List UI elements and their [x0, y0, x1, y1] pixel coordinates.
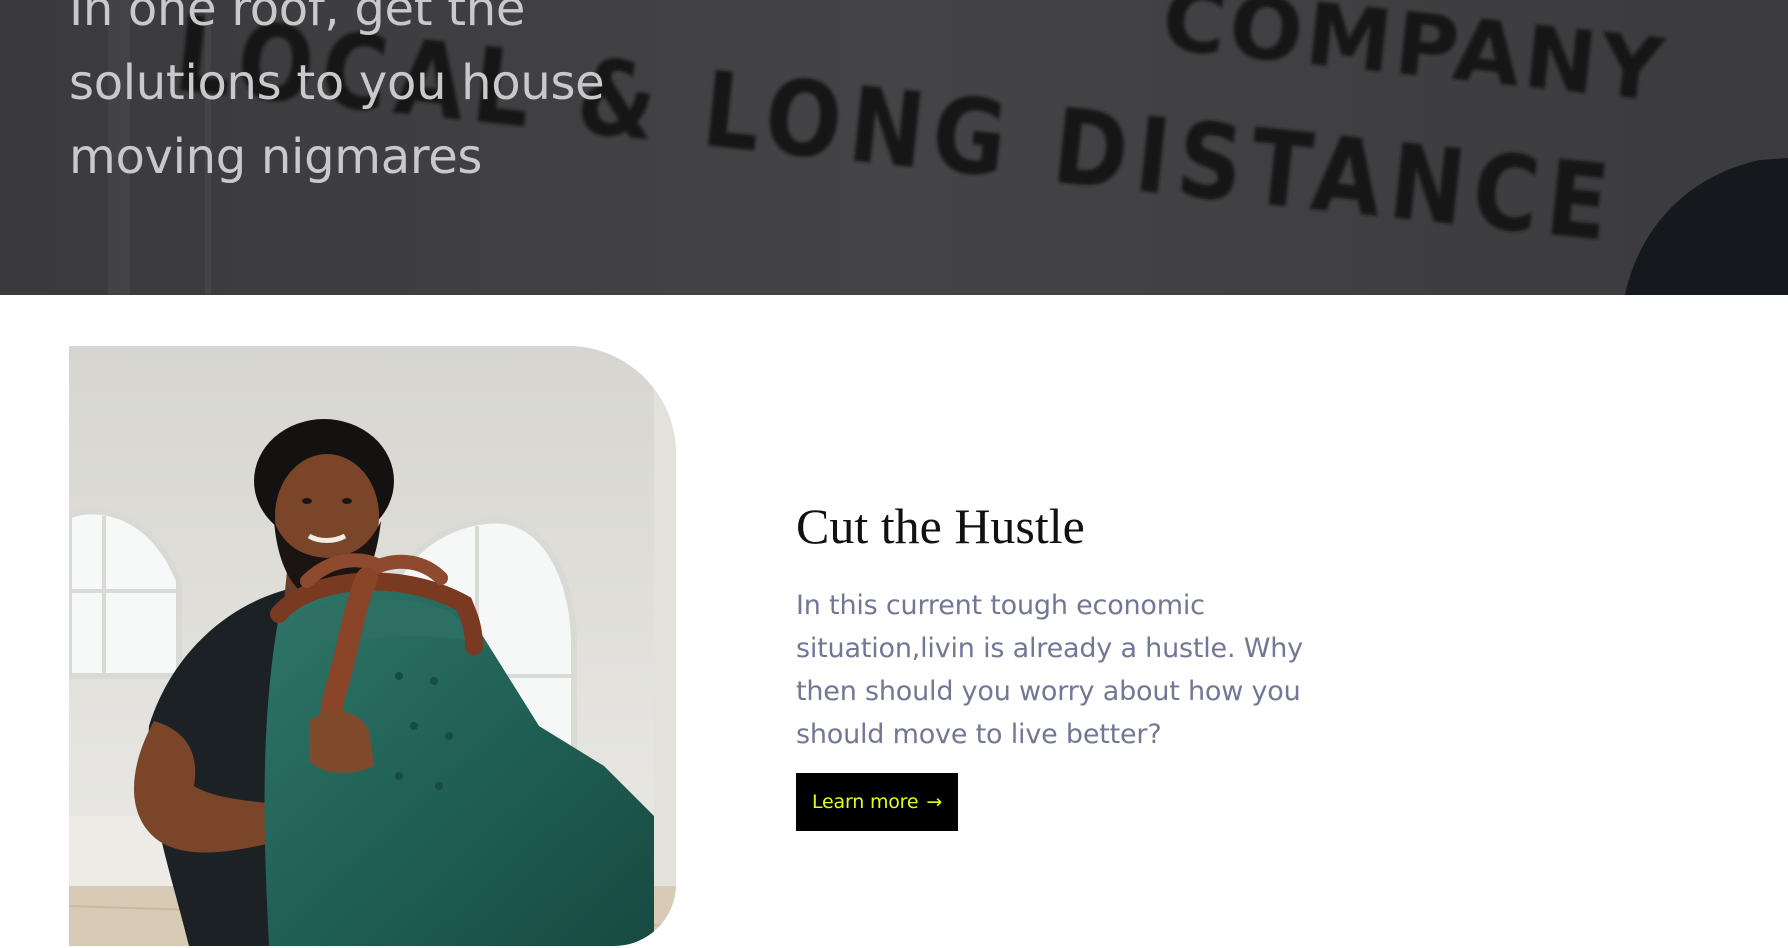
learn-more-button[interactable]: Learn more → [796, 773, 959, 831]
hero-headline: In one roof, get the solutions to you ho… [69, 0, 605, 185]
learn-more-label: Learn more [812, 791, 919, 813]
arrow-right-icon: → [926, 791, 943, 813]
feature-title: Cut the Hustle [796, 498, 1085, 554]
hero-banner: COMPANY LOCAL & LONG DISTANCE In one roo… [0, 0, 1788, 295]
feature-text-block: Cut the Hustle In this current tough eco… [796, 490, 1356, 831]
mover-with-armchair-photo [69, 346, 676, 946]
feature-body: In this current tough economic situation… [796, 590, 1303, 750]
